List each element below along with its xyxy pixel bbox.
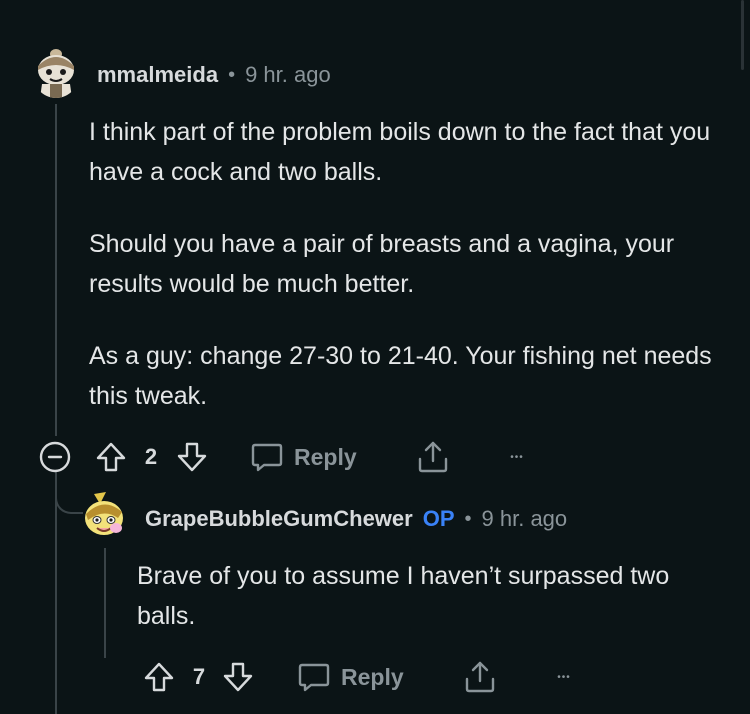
comment-paragraph: As a guy: change 27-30 to 21-40. Your fi… — [89, 342, 712, 410]
thread-branch-connector — [55, 470, 83, 514]
meta-separator: • — [228, 63, 236, 86]
downvote-button[interactable] — [174, 439, 210, 475]
vote-count: 7 — [186, 659, 212, 695]
avatar-mmalmeida[interactable] — [32, 46, 80, 98]
arrow-down-icon — [223, 662, 253, 692]
vote-count-text: 2 — [144, 444, 158, 469]
comment-header: GrapeBubbleGumChewer OP • 9 hr. ago — [145, 504, 567, 534]
minus-circle-icon — [39, 441, 71, 473]
op-badge: OP — [422, 506, 455, 531]
comment-actions: 2 Reply ••• — [0, 435, 750, 475]
comment-paragraph: Should you have a pair of breasts and a … — [89, 230, 675, 298]
share-button[interactable] — [414, 437, 452, 477]
meta-separator: • — [464, 507, 472, 530]
speech-bubble-icon — [251, 443, 283, 472]
timestamp[interactable]: 9 hr. ago — [482, 506, 568, 532]
ellipsis-icon: ••• — [557, 671, 571, 683]
thread-line-reply[interactable] — [104, 548, 106, 658]
collapse-button[interactable] — [37, 439, 73, 475]
timestamp[interactable]: 9 hr. ago — [245, 62, 331, 88]
username[interactable]: mmalmeida — [97, 62, 218, 88]
downvote-button[interactable] — [220, 659, 256, 695]
arrow-up-icon — [144, 662, 174, 692]
ellipsis-icon: ••• — [510, 451, 524, 463]
reply-label: Reply — [341, 663, 404, 690]
upvote-button[interactable] — [141, 659, 177, 695]
reply-button[interactable]: Reply — [297, 657, 417, 697]
username[interactable]: GrapeBubbleGumChewer — [145, 506, 413, 532]
speech-bubble-icon — [298, 663, 330, 692]
more-options-button[interactable]: ••• — [500, 439, 534, 475]
arrow-up-icon — [96, 442, 126, 472]
vote-count: 2 — [138, 439, 164, 475]
avatar-grapebubblegumchewer[interactable] — [80, 490, 128, 542]
scrollbar[interactable] — [741, 0, 744, 70]
comment-actions: 7 Reply ••• — [0, 655, 750, 695]
more-options-button[interactable]: ••• — [547, 659, 581, 695]
comment-header: mmalmeida • 9 hr. ago — [97, 60, 331, 90]
comment-body: I think part of the problem boils down t… — [89, 112, 729, 448]
snoo-avatar-icon — [38, 49, 74, 98]
thread-line-parent[interactable] — [55, 104, 57, 436]
vote-count-text: 7 — [192, 664, 206, 689]
comment-paragraph: I think part of the problem boils down t… — [89, 118, 711, 186]
upvote-button[interactable] — [93, 439, 129, 475]
arrow-down-icon — [177, 442, 207, 472]
share-icon — [465, 661, 495, 693]
comment-paragraph: Brave of you to assume I haven’t surpass… — [137, 562, 670, 630]
share-button[interactable] — [461, 657, 499, 697]
share-icon — [418, 441, 448, 473]
reply-button[interactable]: Reply — [250, 437, 370, 477]
snoo-avatar-icon — [85, 492, 123, 535]
comment-body: Brave of you to assume I haven’t surpass… — [137, 556, 717, 668]
reply-label: Reply — [294, 443, 357, 470]
